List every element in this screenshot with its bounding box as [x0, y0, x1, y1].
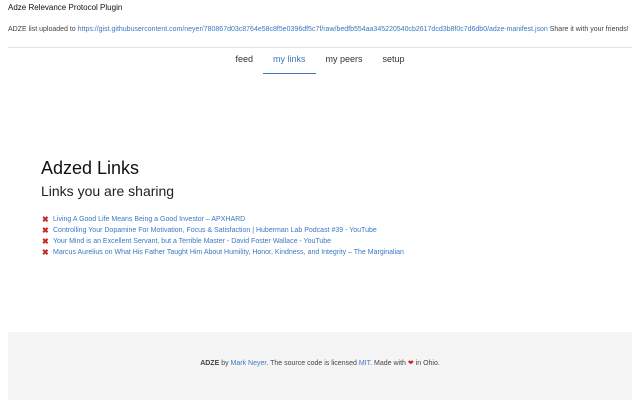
list-item: ✖ Controlling Your Dopamine For Motivati… [42, 225, 404, 236]
footer-made-with: . Made with [370, 360, 408, 367]
list-item: ✖ Your Mind is an Excellent Servant, but… [42, 236, 404, 247]
tab-my-peers[interactable]: my peers [316, 49, 373, 73]
footer-text: ADZE by Mark Neyer. The source code is l… [8, 359, 632, 367]
link-item[interactable]: Marcus Aurelius on What His Father Taugh… [53, 249, 404, 256]
link-item[interactable]: Living A Good Life Means Being a Good In… [53, 216, 245, 223]
tab-my-links[interactable]: my links [262, 49, 316, 74]
page-title: Adzed Links [41, 158, 140, 178]
link-item[interactable]: Controlling Your Dopamine For Motivation… [53, 227, 377, 234]
footer-license-text: . The source code is licensed [266, 360, 359, 367]
footer: ADZE by Mark Neyer. The source code is l… [8, 332, 632, 400]
author-link[interactable]: Mark Neyer [231, 360, 267, 367]
app-title: Adze Relevance Protocol Plugin [8, 3, 123, 12]
footer-location: in Ohio. [413, 360, 440, 367]
footer-by: by [219, 360, 231, 367]
remove-x-icon[interactable]: ✖ [42, 226, 53, 235]
upload-prefix: ADZE list uploaded to [8, 26, 78, 33]
footer-brand: ADZE [200, 360, 220, 367]
remove-x-icon[interactable]: ✖ [42, 237, 53, 246]
tab-bar: feed my links my peers setup [0, 49, 640, 74]
tab-feed[interactable]: feed [225, 49, 263, 73]
license-link[interactable]: MIT [359, 360, 370, 367]
upload-suffix: Share it with your friends! [547, 26, 629, 33]
remove-x-icon[interactable]: ✖ [42, 215, 53, 224]
remove-x-icon[interactable]: ✖ [42, 248, 53, 257]
shared-links-list: ✖ Living A Good Life Means Being a Good … [42, 214, 404, 258]
list-item: ✖ Marcus Aurelius on What His Father Tau… [42, 247, 404, 258]
page-subtitle: Links you are sharing [41, 183, 175, 199]
upload-message: ADZE list uploaded to https://gist.githu… [8, 24, 633, 35]
header-divider [8, 47, 632, 48]
manifest-link[interactable]: https://gist.githubusercontent.com/neyer… [78, 26, 548, 33]
list-item: ✖ Living A Good Life Means Being a Good … [42, 214, 404, 225]
tab-setup[interactable]: setup [373, 49, 415, 73]
link-item[interactable]: Your Mind is an Excellent Servant, but a… [53, 238, 331, 245]
